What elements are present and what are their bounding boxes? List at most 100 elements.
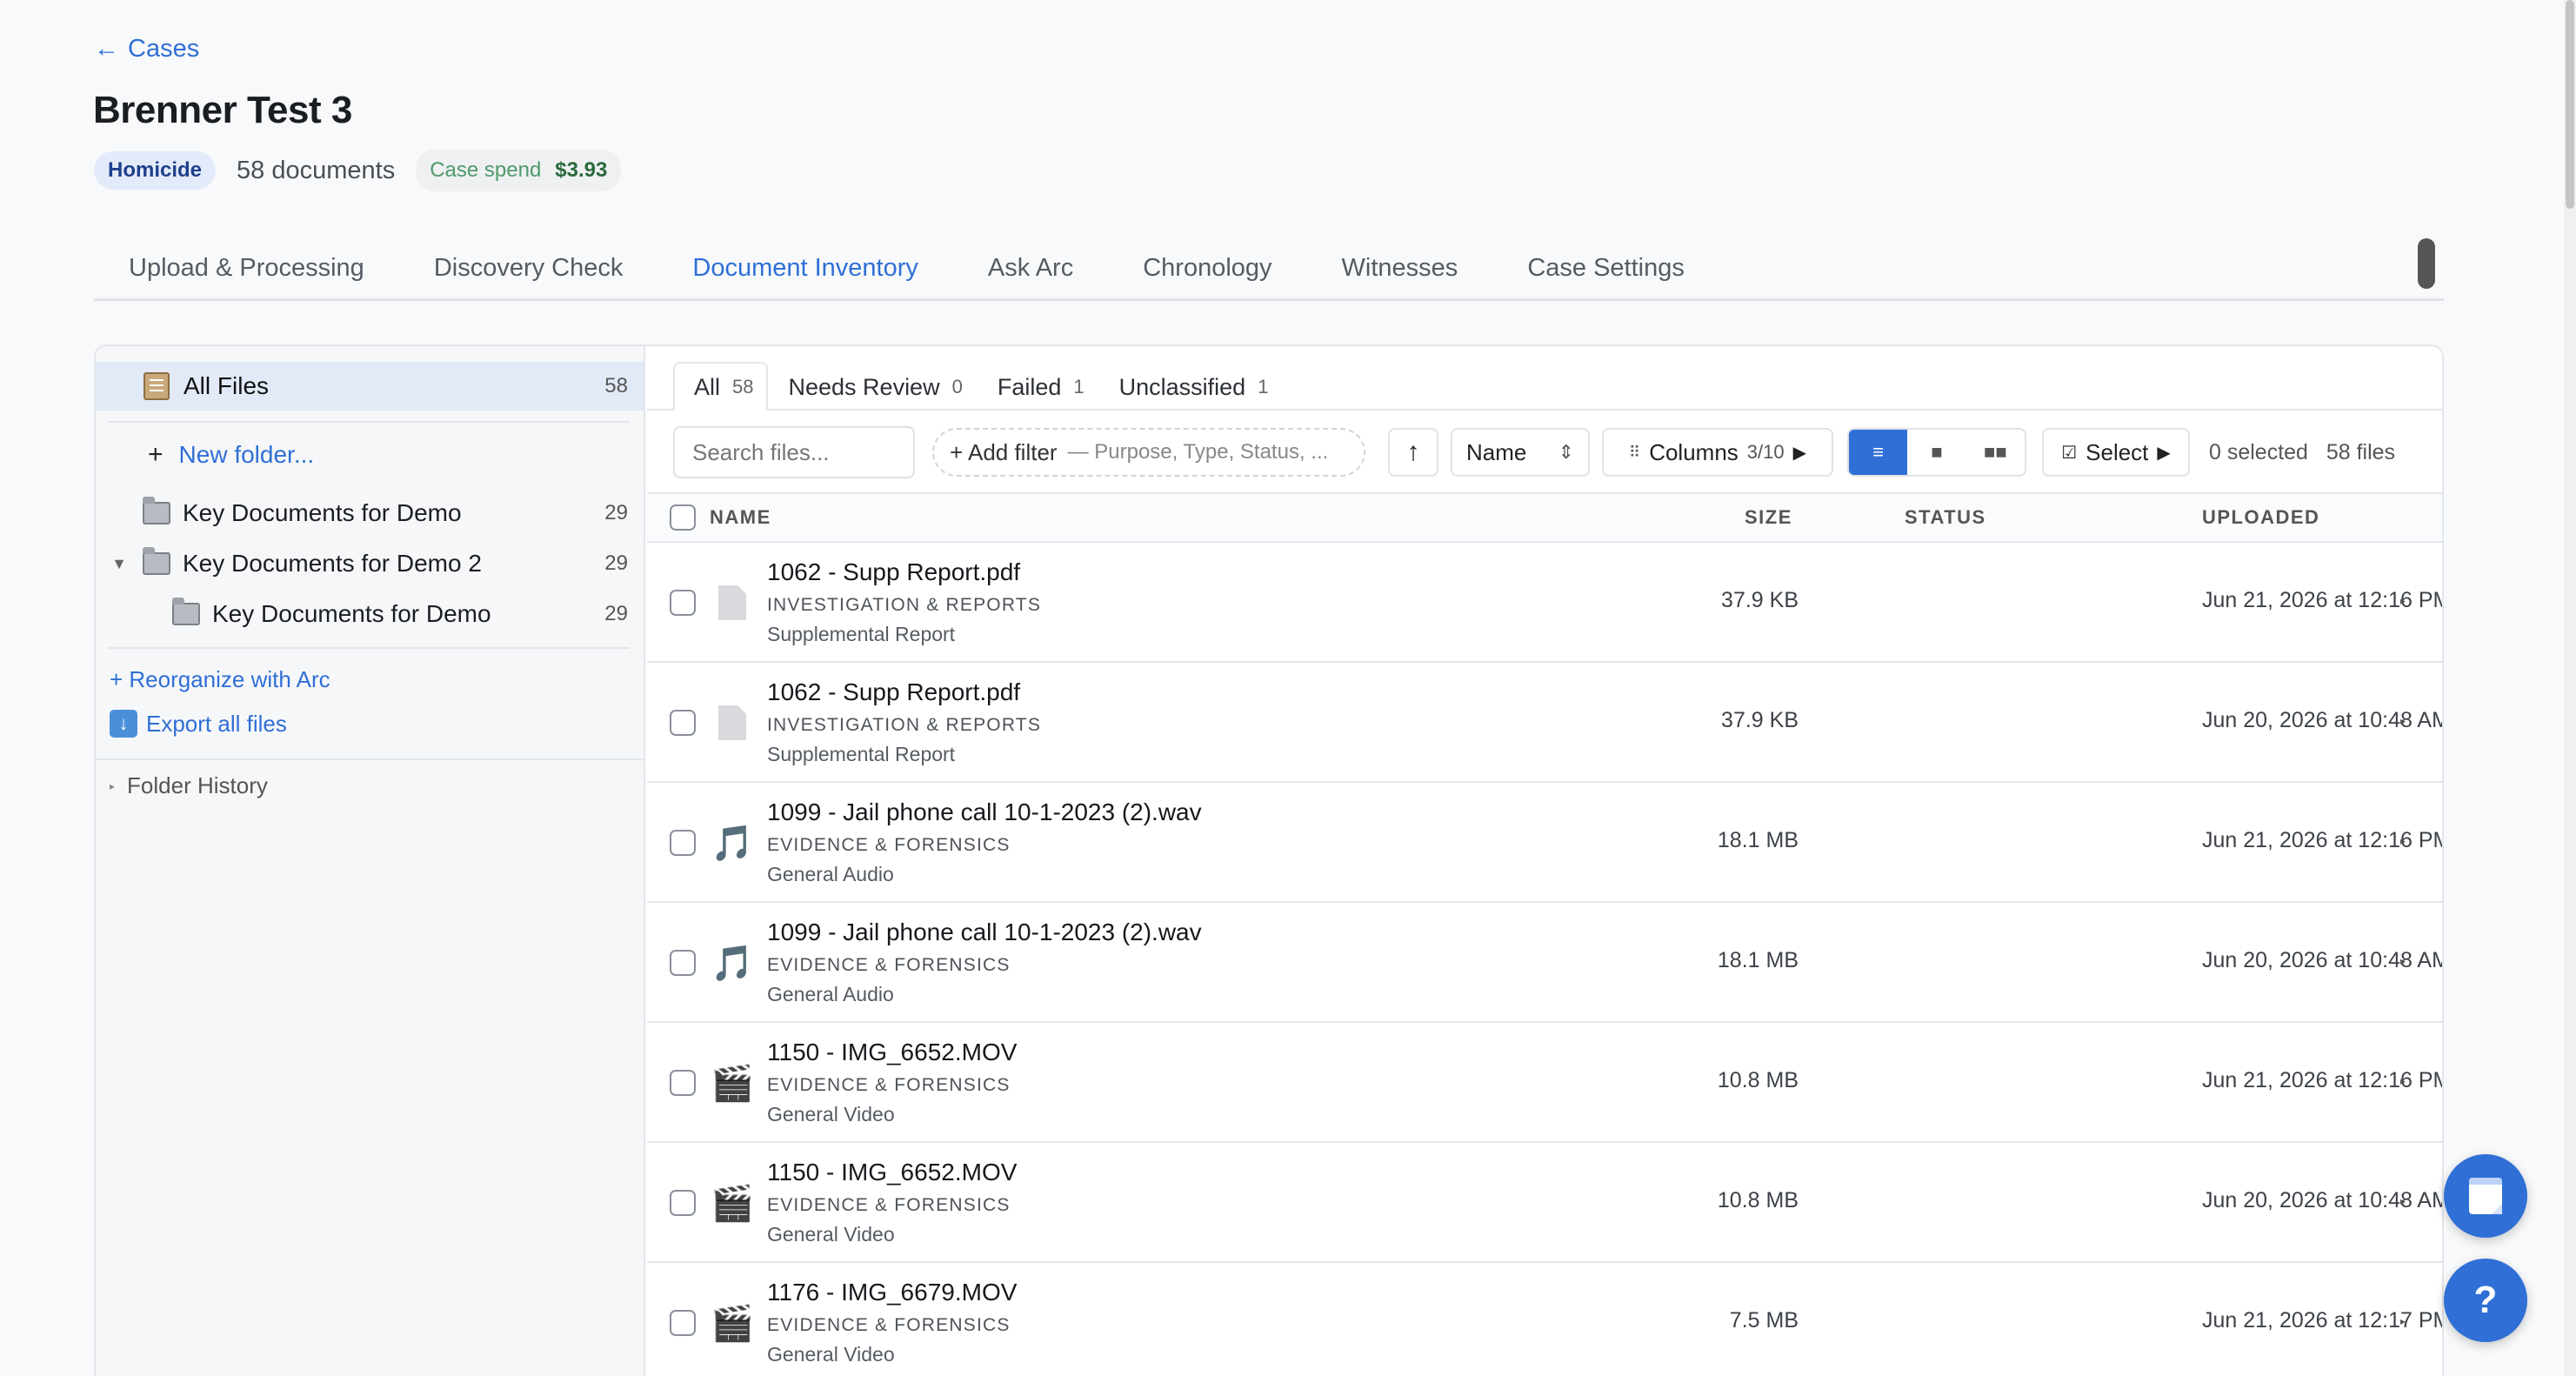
select-all-checkbox[interactable]	[670, 504, 696, 531]
file-size: 10.8 MB	[1717, 1188, 1799, 1212]
file-name[interactable]: 1176 - IMG_6679.MOV	[767, 1279, 1017, 1306]
file-size: 7.5 MB	[1729, 1308, 1799, 1333]
download-icon: ↓	[110, 710, 137, 738]
add-filter-label: + Add filter	[950, 438, 1058, 465]
column-header-size[interactable]: SIZE	[1745, 494, 1792, 541]
row-expand-icon[interactable]: ▸	[2400, 595, 2406, 607]
main-tabs: Upload & Processing Discovery Check Docu…	[94, 235, 2444, 301]
folder-item[interactable]: ▼ Key Documents for Demo 2 29	[96, 543, 644, 584]
file-name[interactable]: 1150 - IMG_6652.MOV	[767, 1159, 1017, 1186]
subtab-all[interactable]: All 58	[673, 362, 768, 411]
file-category: EVIDENCE & FORENSICS	[767, 1315, 1011, 1335]
folder-count: 29	[604, 602, 628, 625]
columns-button[interactable]: ⠿ Columns 3/10 ▶	[1602, 428, 1833, 477]
file-category: EVIDENCE & FORENSICS	[767, 835, 1011, 855]
columns-icon: ⠿	[1629, 443, 1641, 461]
table-row[interactable]: 1062 - Supp Report.pdf INVESTIGATION & R…	[647, 543, 2442, 663]
table-row[interactable]: 🎬 1150 - IMG_6652.MOV EVIDENCE & FORENSI…	[647, 1023, 2442, 1143]
clapper-board-icon: 🎬	[711, 1064, 754, 1103]
tab-document-inventory[interactable]: Document Inventory	[657, 235, 953, 301]
folder-item[interactable]: Key Documents for Demo 29	[96, 492, 644, 534]
case-spend-label: Case spend	[430, 158, 542, 182]
chevron-down-icon[interactable]: ▼	[108, 555, 130, 573]
subtab-label: All	[694, 373, 721, 400]
table-row[interactable]: 🎵 1099 - Jail phone call 10-1-2023 (2).w…	[647, 903, 2442, 1023]
folder-icon	[172, 598, 200, 625]
all-files-count: 58	[604, 374, 628, 397]
table-row[interactable]: 🎵 1099 - Jail phone call 10-1-2023 (2).w…	[647, 783, 2442, 903]
folder-label: Key Documents for Demo	[212, 600, 491, 627]
row-checkbox[interactable]	[670, 710, 696, 736]
notes-button[interactable]	[2444, 1154, 2527, 1238]
search-input[interactable]	[673, 426, 915, 478]
column-header-status[interactable]: STATUS	[1905, 494, 1986, 541]
select-button[interactable]: ☑ Select ▶	[2042, 428, 2190, 477]
page-scrollbar[interactable]	[2564, 0, 2576, 1376]
file-name[interactable]: 1062 - Supp Report.pdf	[767, 558, 1020, 586]
table-row[interactable]: 1062 - Supp Report.pdf INVESTIGATION & R…	[647, 663, 2442, 783]
folder-item[interactable]: Key Documents for Demo 29	[96, 593, 644, 635]
grid-view-button[interactable]: ■	[1907, 430, 1965, 475]
export-all-files-link[interactable]: ↓ Export all files	[110, 710, 287, 738]
file-name[interactable]: 1099 - Jail phone call 10-1-2023 (2).wav	[767, 918, 1202, 946]
row-checkbox[interactable]	[670, 590, 696, 616]
tab-discovery-check[interactable]: Discovery Check	[399, 235, 658, 301]
file-uploaded: Jun 20, 2026 at 10:48 AM	[2202, 708, 2444, 732]
select-label: Select	[2085, 438, 2149, 465]
row-expand-icon[interactable]: ▸	[2400, 1075, 2406, 1087]
file-subtype: Supplemental Report	[767, 623, 956, 645]
new-folder-button[interactable]: + New folder...	[148, 440, 314, 470]
subtab-unclassified[interactable]: Unclassified 1	[1098, 362, 1283, 411]
row-checkbox[interactable]	[670, 1070, 696, 1096]
selected-count: 0 selected	[2209, 440, 2308, 464]
row-checkbox[interactable]	[670, 830, 696, 856]
file-name[interactable]: 1150 - IMG_6652.MOV	[767, 1039, 1017, 1066]
all-files-item[interactable]: All Files 58	[96, 362, 644, 411]
help-button[interactable]: ?	[2444, 1259, 2527, 1342]
tab-chronology[interactable]: Chronology	[1108, 235, 1306, 301]
file-name[interactable]: 1099 - Jail phone call 10-1-2023 (2).wav	[767, 798, 1202, 826]
table-row[interactable]: 🎬 1150 - IMG_6652.MOV EVIDENCE & FORENSI…	[647, 1143, 2442, 1263]
folder-sidebar: All Files 58 + New folder... Key Documen…	[96, 346, 645, 1376]
add-filter-button[interactable]: + Add filter — Purpose, Type, Status, ..…	[932, 428, 1365, 477]
folder-label: Key Documents for Demo 2	[183, 550, 482, 577]
case-spend-badge: Case spend $3.93	[416, 150, 622, 191]
subtab-count: 1	[1258, 376, 1269, 397]
tab-ask-arc[interactable]: Ask Arc	[953, 235, 1108, 301]
table-row[interactable]: 🎬 1176 - IMG_6679.MOV EVIDENCE & FORENSI…	[647, 1263, 2442, 1376]
sort-direction-button[interactable]: ↑	[1388, 428, 1438, 477]
file-category: EVIDENCE & FORENSICS	[767, 955, 1011, 975]
back-to-cases-link[interactable]: ← Cases	[94, 35, 199, 63]
file-name[interactable]: 1062 - Supp Report.pdf	[767, 678, 1020, 706]
row-checkbox[interactable]	[670, 1190, 696, 1216]
tab-witnesses[interactable]: Witnesses	[1307, 235, 1493, 301]
clipboard-icon	[143, 372, 170, 400]
row-checkbox[interactable]	[670, 1310, 696, 1336]
play-icon: ▶	[2157, 443, 2171, 463]
subtab-needs-review[interactable]: Needs Review 0	[768, 362, 977, 411]
row-expand-icon[interactable]: ▸	[2400, 955, 2406, 967]
row-expand-icon[interactable]: ▸	[2400, 1195, 2406, 1207]
row-expand-icon[interactable]: ▸	[2400, 835, 2406, 847]
column-header-uploaded[interactable]: UPLOADED	[2202, 494, 2319, 541]
new-folder-label: New folder...	[178, 441, 315, 468]
row-expand-icon[interactable]: ▸	[2400, 715, 2406, 727]
column-header-name[interactable]: NAME	[710, 494, 771, 541]
page-scrollbar-thumb[interactable]	[2566, 0, 2574, 209]
arrow-up-icon: ↑	[1406, 438, 1420, 466]
row-expand-icon[interactable]: ▸	[2400, 1315, 2406, 1327]
sort-field-select[interactable]: Name ⇕	[1451, 428, 1590, 477]
reorganize-with-arc-link[interactable]: + Reorganize with Arc	[110, 666, 330, 693]
tab-upload-processing[interactable]: Upload & Processing	[94, 235, 399, 301]
music-note-icon: 🎵	[711, 944, 754, 983]
list-view-button[interactable]: ≡	[1849, 430, 1908, 475]
subtab-failed[interactable]: Failed 1	[977, 362, 1098, 411]
tabs-scrollbar[interactable]	[2418, 238, 2435, 289]
folder-history-toggle[interactable]: ▸ Folder History	[110, 772, 268, 799]
file-subtype: General Audio	[767, 983, 894, 1005]
tab-case-settings[interactable]: Case Settings	[1492, 235, 1719, 301]
split-view-button[interactable]: ■■	[1966, 430, 2025, 475]
clapper-board-icon: 🎬	[711, 1304, 754, 1343]
caret-right-icon: ▸	[110, 779, 116, 792]
row-checkbox[interactable]	[670, 950, 696, 976]
